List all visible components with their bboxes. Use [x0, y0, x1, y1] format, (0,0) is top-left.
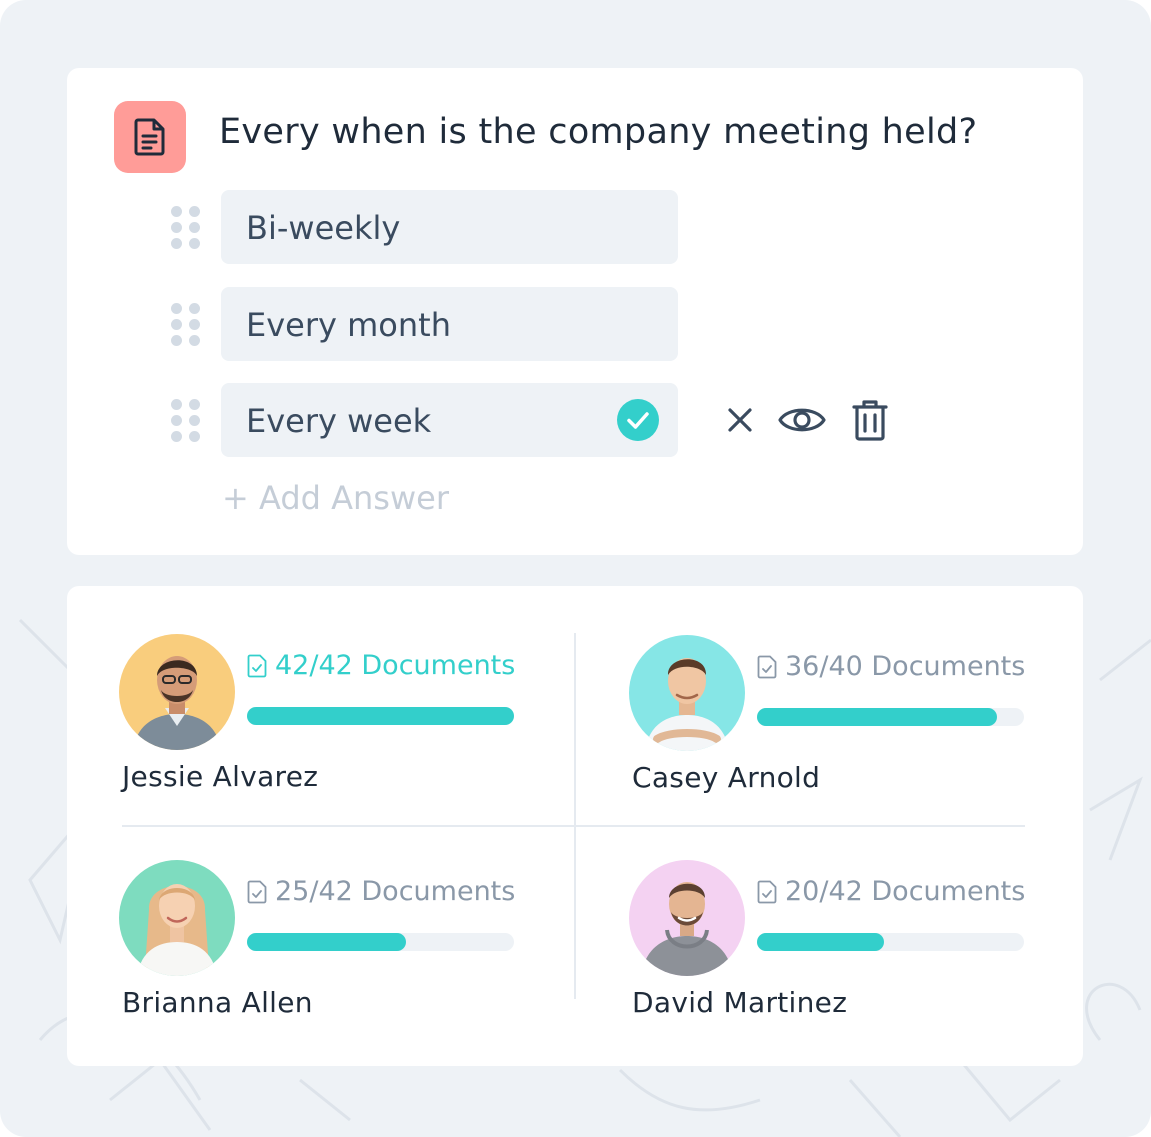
member-item[interactable]: 25/42 Documents Brianna Allen: [119, 860, 559, 1060]
add-answer-button[interactable]: + Add Answer: [222, 479, 449, 517]
document-count-label: 36/40 Documents: [785, 651, 1026, 682]
member-item[interactable]: 42/42 Documents Jessie Alvarez: [119, 634, 559, 834]
document-count: 20/42 Documents: [757, 876, 1025, 907]
member-name: Casey Arnold: [632, 761, 821, 794]
progress-fill: [247, 707, 514, 725]
document-count: 25/42 Documents: [247, 876, 515, 907]
document-count-label: 42/42 Documents: [275, 650, 516, 681]
document-check-icon: [757, 880, 777, 903]
member-name: Brianna Allen: [122, 986, 313, 1019]
question-text: Every when is the company meeting held?: [219, 112, 978, 152]
document-count: 42/42 Documents: [247, 650, 515, 681]
progress-fill: [757, 708, 998, 726]
progress-fill: [247, 933, 406, 951]
avatar: [629, 635, 745, 751]
document-count: 36/40 Documents: [757, 651, 1025, 682]
document-check-icon: [247, 880, 267, 903]
progress-bar: [757, 708, 1024, 726]
member-name: David Martinez: [632, 986, 848, 1019]
progress-fill: [757, 933, 885, 951]
answer-text: Every week: [246, 402, 432, 440]
delete-button[interactable]: [841, 391, 899, 449]
close-icon: [728, 408, 752, 432]
progress-bar: [247, 707, 514, 725]
document-check-icon: [247, 654, 267, 677]
member-name: Jessie Alvarez: [122, 760, 319, 793]
answer-text: Every month: [246, 306, 451, 344]
answer-field[interactable]: Every week: [221, 383, 678, 457]
member-item[interactable]: 36/40 Documents Casey Arnold: [629, 635, 1069, 835]
answer-field[interactable]: Every month: [221, 287, 678, 361]
drag-handle-icon[interactable]: [171, 399, 201, 443]
document-check-icon: [757, 655, 777, 678]
drag-handle-icon[interactable]: [171, 206, 201, 250]
progress-bar: [757, 933, 1024, 951]
eye-icon: [778, 408, 826, 432]
app-frame: Every when is the company meeting held? …: [0, 0, 1151, 1137]
trash-icon: [852, 400, 888, 441]
avatar: [119, 860, 235, 976]
preview-button[interactable]: [773, 391, 831, 449]
answer-text: Bi-weekly: [246, 209, 401, 247]
document-icon: [134, 118, 165, 156]
answer-row-selected: Every week: [171, 383, 1071, 459]
avatar: [119, 634, 235, 750]
document-count-label: 25/42 Documents: [275, 876, 516, 907]
progress-bar: [247, 933, 514, 951]
answer-field[interactable]: Bi-weekly: [221, 190, 678, 264]
check-circle-icon[interactable]: [616, 398, 660, 442]
close-button[interactable]: [711, 391, 769, 449]
team-progress-card: 42/42 Documents Jessie Alvarez 36/40 Doc…: [67, 586, 1083, 1066]
divider: [574, 633, 576, 999]
document-badge: [114, 101, 186, 173]
quiz-question-card: Every when is the company meeting held? …: [67, 68, 1083, 555]
drag-handle-icon[interactable]: [171, 303, 201, 347]
avatar: [629, 860, 745, 976]
member-item[interactable]: 20/42 Documents David Martinez: [629, 860, 1069, 1060]
document-count-label: 20/42 Documents: [785, 876, 1026, 907]
